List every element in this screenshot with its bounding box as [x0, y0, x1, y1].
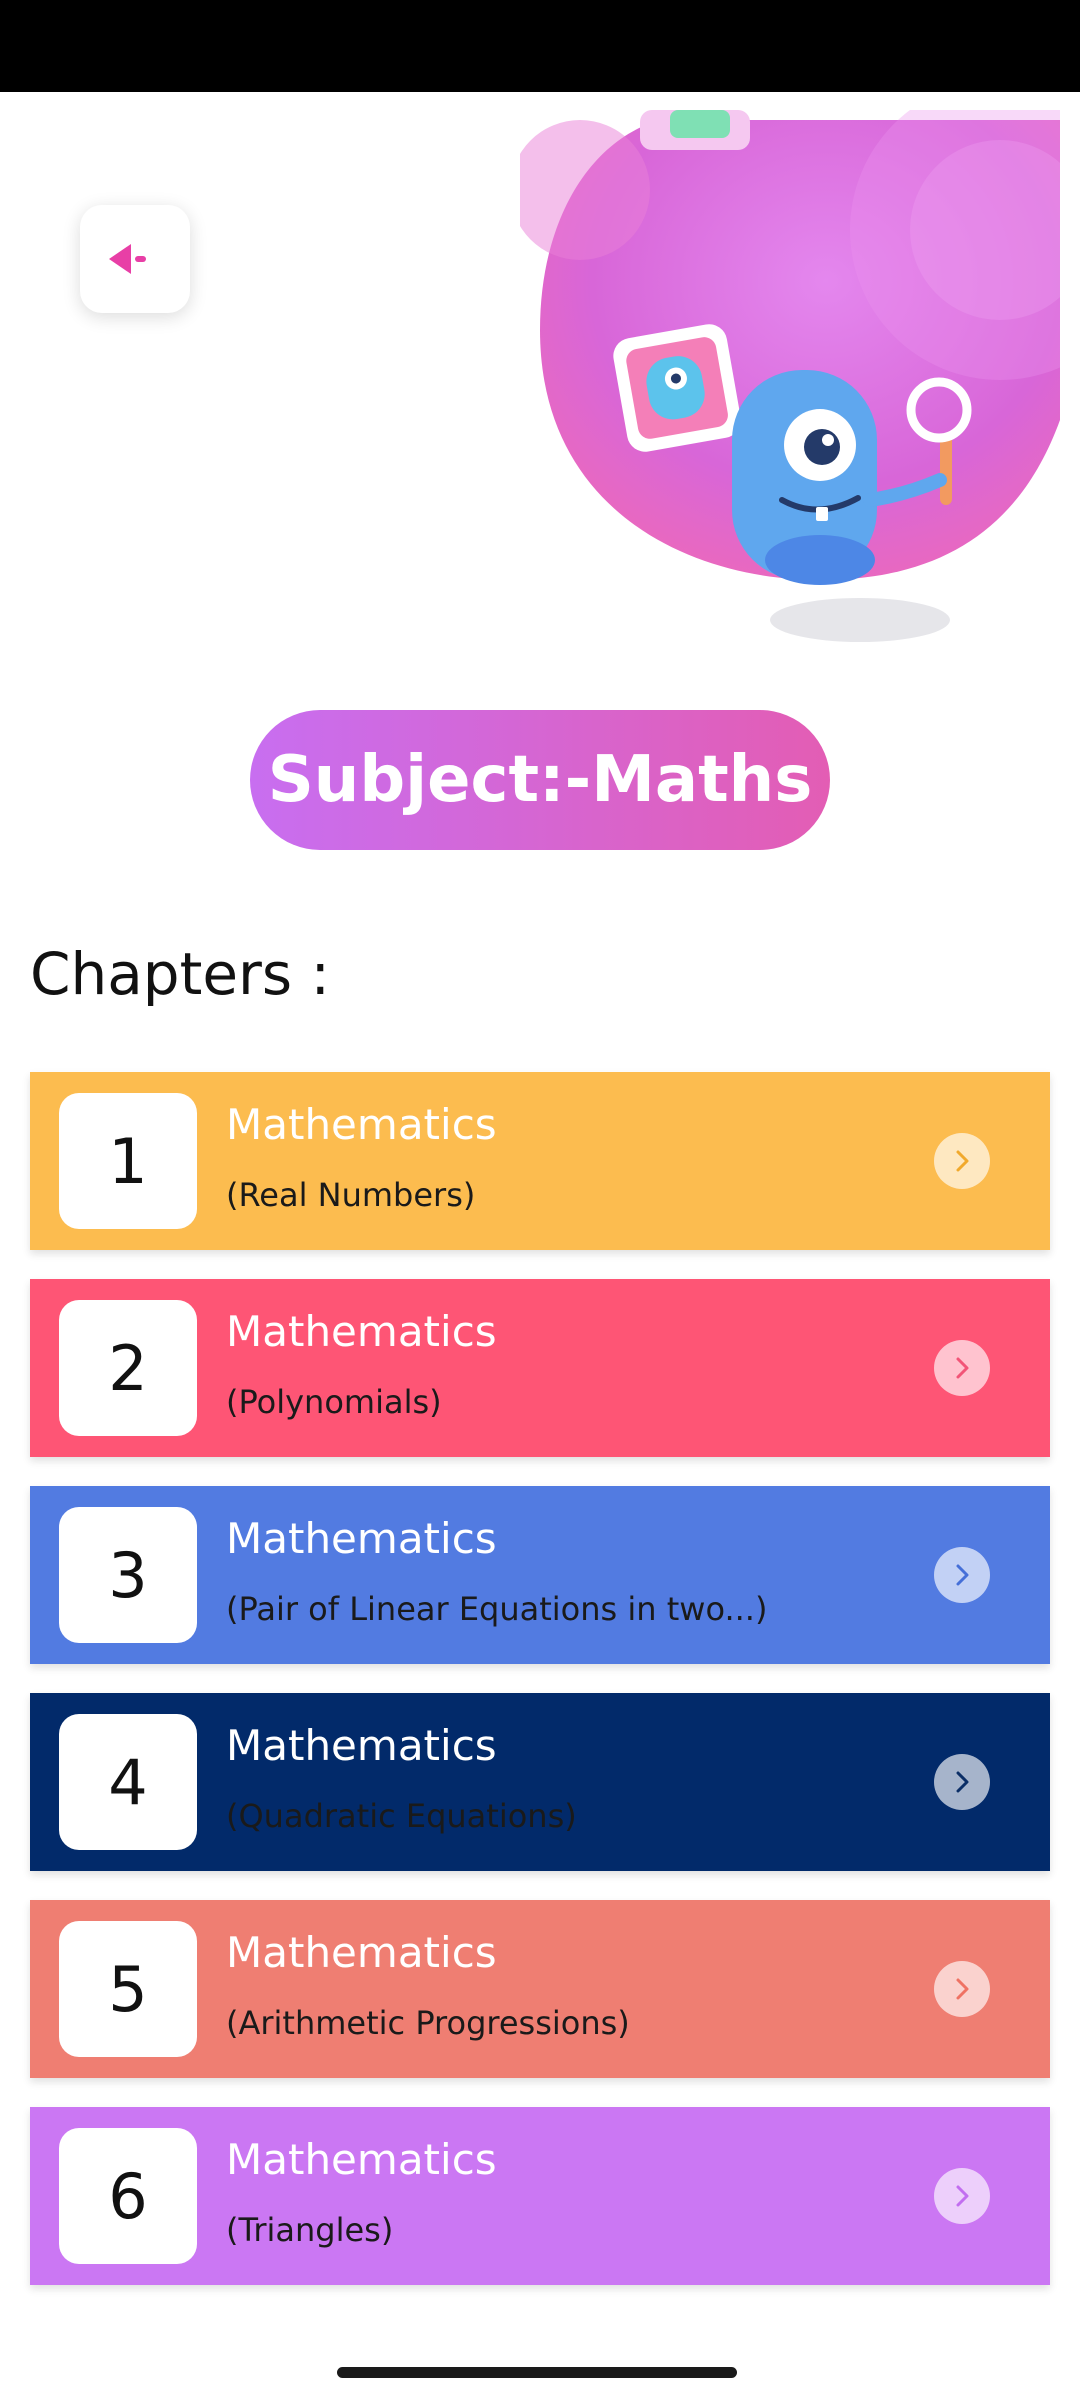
back-arrow-icon	[109, 244, 146, 274]
chevron-right-icon[interactable]	[934, 1547, 990, 1603]
home-indicator[interactable]	[337, 2367, 737, 2378]
chapter-number: 5	[59, 1921, 197, 2057]
chevron-right-icon[interactable]	[934, 2168, 990, 2224]
chevron-right-icon[interactable]	[934, 1133, 990, 1189]
chapter-subtitle: (Triangles)	[226, 2211, 394, 2249]
chapter-card-2[interactable]: 2 Mathematics (Polynomials)	[30, 1279, 1050, 1457]
chapter-card-1[interactable]: 1 Mathematics (Real Numbers)	[30, 1072, 1050, 1250]
chapter-title: Mathematics	[226, 1928, 497, 1977]
chapter-number: 2	[59, 1300, 197, 1436]
chevron-right-icon[interactable]	[934, 1340, 990, 1396]
chapter-title: Mathematics	[226, 1100, 497, 1149]
chapter-subtitle: (Arithmetic Progressions)	[226, 2004, 630, 2042]
chapter-card-4[interactable]: 4 Mathematics (Quadratic Equations)	[30, 1693, 1050, 1871]
chapter-title: Mathematics	[226, 1721, 497, 1770]
chevron-right-icon[interactable]	[934, 1961, 990, 2017]
hero-illustration	[520, 110, 1060, 642]
chapter-number: 1	[59, 1093, 197, 1229]
chapter-subtitle: (Real Numbers)	[226, 1176, 476, 1214]
chapter-list: 1 Mathematics (Real Numbers) 2 Mathemati…	[30, 1072, 1050, 2314]
chapter-number: 3	[59, 1507, 197, 1643]
chapter-number: 6	[59, 2128, 197, 2264]
chapters-heading: Chapters :	[30, 940, 331, 1008]
chevron-right-icon[interactable]	[934, 1754, 990, 1810]
chapter-title: Mathematics	[226, 2135, 497, 2184]
chapter-title: Mathematics	[226, 1307, 497, 1356]
chapter-subtitle: (Polynomials)	[226, 1383, 442, 1421]
chapter-card-3[interactable]: 3 Mathematics (Pair of Linear Equations …	[30, 1486, 1050, 1664]
chapter-subtitle: (Quadratic Equations)	[226, 1797, 577, 1835]
back-button[interactable]	[80, 205, 190, 313]
chapter-number: 4	[59, 1714, 197, 1850]
status-bar	[0, 0, 1080, 92]
chapter-card-5[interactable]: 5 Mathematics (Arithmetic Progressions)	[30, 1900, 1050, 2078]
chapter-subtitle: (Pair of Linear Equations in two...)	[226, 1590, 768, 1628]
subject-title: Subject:-Maths	[250, 710, 830, 850]
chapter-title: Mathematics	[226, 1514, 497, 1563]
chapter-card-6[interactable]: 6 Mathematics (Triangles)	[30, 2107, 1050, 2285]
